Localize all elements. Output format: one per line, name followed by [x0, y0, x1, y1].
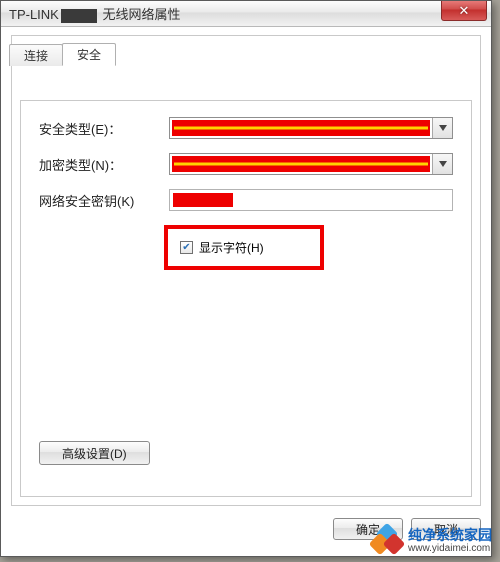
wifi-properties-dialog: TP-LINK 无线网络属性 ✕ 连接 安全 安全类型(E)：: [0, 0, 492, 557]
row-encryption-type: 加密类型(N)：: [39, 153, 453, 175]
network-key-label: 网络安全密钥(K): [39, 191, 169, 210]
redacted-value: [173, 193, 233, 207]
security-type-label: 安全类型(E)：: [39, 119, 169, 138]
chevron-down-icon[interactable]: [432, 154, 452, 174]
watermark-logo-icon: [372, 526, 402, 556]
watermark-url: www.yidaimei.com: [408, 543, 492, 554]
titlebar[interactable]: TP-LINK 无线网络属性 ✕: [1, 1, 491, 27]
window-title: TP-LINK 无线网络属性: [1, 4, 180, 23]
show-characters-checkbox[interactable]: ✔: [180, 241, 193, 254]
security-type-combo[interactable]: [169, 117, 453, 139]
network-key-input[interactable]: [169, 189, 453, 211]
encryption-type-label: 加密类型(N)：: [39, 155, 169, 174]
row-network-key: 网络安全密钥(K): [39, 189, 453, 211]
security-panel: 安全类型(E)： 加密类型(N)：: [20, 100, 472, 497]
close-button[interactable]: ✕: [441, 1, 487, 21]
advanced-settings-button[interactable]: 高级设置(D): [39, 441, 150, 465]
encryption-type-combo[interactable]: [169, 153, 453, 175]
tab-connection[interactable]: 连接: [9, 44, 63, 66]
chevron-down-icon[interactable]: [432, 118, 452, 138]
watermark-name: 纯净系统家园: [408, 528, 492, 543]
show-characters-highlight: ✔ 显示字符(H): [164, 225, 324, 270]
tab-strip: 连接 安全: [9, 43, 115, 66]
client-area: 安全类型(E)： 加密类型(N)：: [11, 35, 481, 506]
tab-security[interactable]: 安全: [62, 43, 116, 66]
watermark: 纯净系统家园 www.yidaimei.com: [372, 526, 492, 556]
show-characters-label: 显示字符(H): [199, 239, 264, 256]
redacted-ssid: [61, 9, 97, 23]
close-icon: ✕: [459, 3, 470, 19]
row-security-type: 安全类型(E)：: [39, 117, 453, 139]
